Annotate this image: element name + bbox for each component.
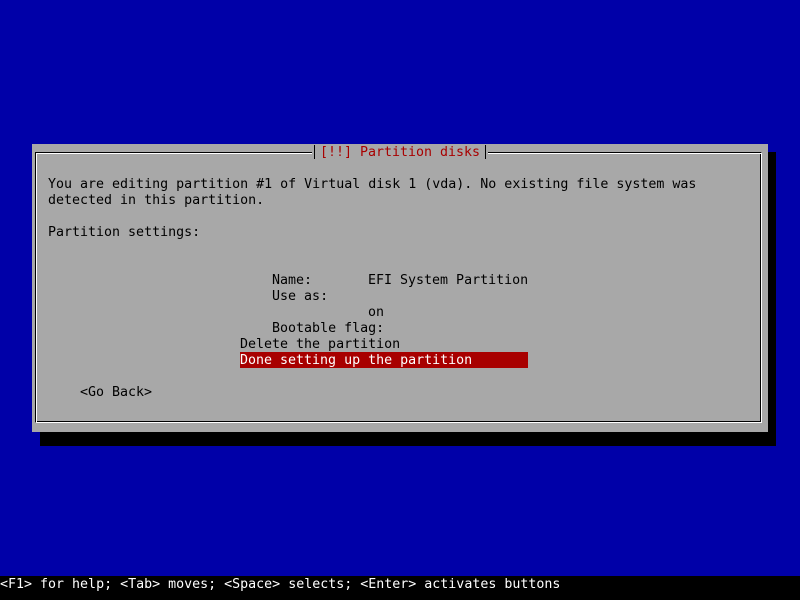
bootable-flag-label: Bootable flag: — [272, 321, 385, 336]
use-as-value[interactable]: EFI System Partition — [368, 273, 528, 289]
help-text: <F1> for help; <Tab> moves; <Space> sele… — [0, 577, 561, 592]
go-back-button[interactable]: <Go Back> — [80, 385, 152, 401]
dialog-title: [!!] Partition disks — [311, 145, 489, 161]
description-line-1: You are editing partition #1 of Virtual … — [48, 177, 697, 192]
delete-partition-option[interactable]: Delete the partition — [240, 337, 400, 353]
use-as-label: Use as: — [272, 289, 329, 304]
done-setting-up-option[interactable]: Done setting up the partition — [240, 353, 472, 369]
bootable-flag-value[interactable]: on — [368, 305, 384, 321]
dialog-title-bar: [!!] Partition disks — [32, 145, 768, 161]
description-line-2: detected in this partition. — [48, 193, 265, 208]
partition-dialog: [!!] Partition disks You are editing par… — [32, 144, 768, 432]
settings-heading: Partition settings: — [48, 225, 201, 240]
